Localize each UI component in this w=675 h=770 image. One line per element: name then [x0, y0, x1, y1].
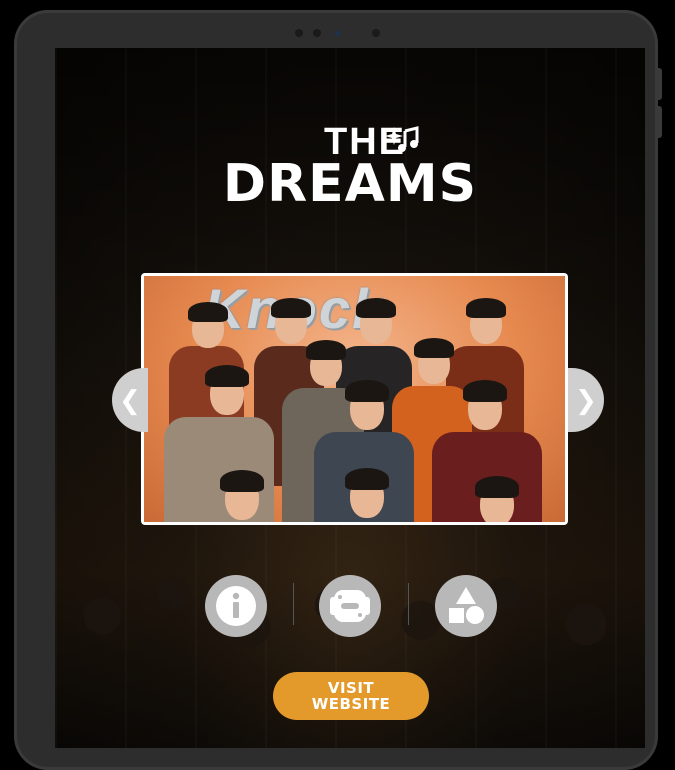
visit-website-button[interactable]: VISIT WEBSITE — [273, 672, 429, 720]
chevron-right-icon: ❯ — [575, 384, 597, 415]
tablet-frame: THE DREAMS Knock — [14, 10, 662, 770]
visit-label-line2: WEBSITE — [311, 695, 391, 713]
gamepad-icon — [330, 590, 370, 622]
sparkle-music-icon — [385, 126, 419, 152]
sensor-dot — [372, 29, 380, 37]
image-carousel[interactable]: Knock — [141, 273, 568, 525]
app-screen: THE DREAMS Knock — [55, 48, 645, 748]
the-dreams-logo: THE DREAMS — [55, 123, 645, 214]
game-button[interactable] — [319, 575, 381, 637]
divider — [408, 583, 409, 625]
visit-label-line1: VISIT — [327, 679, 375, 697]
divider — [293, 583, 294, 625]
sensor-dot — [313, 29, 321, 37]
chevron-left-icon: ❮ — [119, 384, 141, 415]
shapes-button[interactable] — [435, 575, 497, 637]
info-button[interactable] — [205, 575, 267, 637]
group-poster-image: Knock — [144, 276, 565, 522]
volume-button — [656, 68, 662, 100]
sensor-dot — [295, 29, 303, 37]
logo-line-2: DREAMS — [222, 154, 478, 214]
shapes-icon — [449, 587, 484, 624]
volume-button — [656, 106, 662, 138]
camera-lens — [335, 31, 340, 36]
info-icon — [216, 586, 256, 626]
